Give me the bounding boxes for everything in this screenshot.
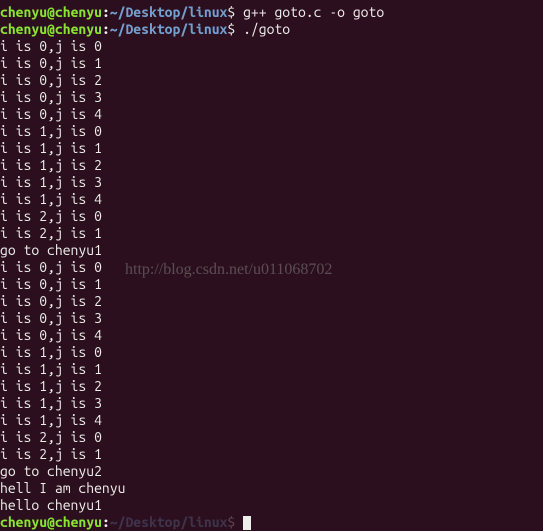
prompt-line-run: chenyu@chenyu:~/Desktop/linux$ ./goto bbox=[0, 21, 543, 38]
host: chenyu bbox=[55, 514, 102, 530]
command-run: ./goto bbox=[243, 21, 290, 37]
output-line: i is 2,j is 1 bbox=[0, 446, 543, 463]
output-line: i is 2,j is 0 bbox=[0, 208, 543, 225]
output-line: i is 1,j is 3 bbox=[0, 395, 543, 412]
output-line: i is 0,j is 3 bbox=[0, 89, 543, 106]
cwd-path: ~/Desktop/linux bbox=[110, 21, 228, 37]
user: chenyu bbox=[0, 514, 47, 530]
output-line: i is 1,j is 4 bbox=[0, 412, 543, 429]
output-line: i is 1,j is 2 bbox=[0, 157, 543, 174]
output-line: go to chenyu1 bbox=[0, 242, 543, 259]
at-sign: @ bbox=[47, 4, 55, 20]
cwd-path: ~/Desktop/linux bbox=[110, 4, 228, 20]
output-line: i is 2,j is 1 bbox=[0, 225, 543, 242]
output-line: go to chenyu2 bbox=[0, 463, 543, 480]
dollar: $ bbox=[227, 21, 243, 37]
terminal[interactable]: chenyu@chenyu:~/Desktop/linux$ g++ goto.… bbox=[0, 4, 543, 531]
colon: : bbox=[102, 514, 110, 530]
output-line: i is 0,j is 1 bbox=[0, 276, 543, 293]
output-line: hello chenyu1 bbox=[0, 497, 543, 514]
at-sign: @ bbox=[47, 21, 55, 37]
output-line: i is 1,j is 2 bbox=[0, 378, 543, 395]
command-compile: g++ goto.c -o goto bbox=[243, 4, 384, 20]
output-line: i is 0,j is 2 bbox=[0, 293, 543, 310]
output-line: i is 1,j is 4 bbox=[0, 191, 543, 208]
output-line: i is 0,j is 0 bbox=[0, 38, 543, 55]
output-line: i is 0,j is 4 bbox=[0, 106, 543, 123]
output-line: i is 1,j is 0 bbox=[0, 123, 543, 140]
cursor-icon bbox=[243, 516, 251, 530]
dollar: $ bbox=[227, 4, 243, 20]
prompt-line-current: chenyu@chenyu:~/Desktop/linux$ bbox=[0, 514, 543, 531]
output-line: i is 0,j is 2 bbox=[0, 72, 543, 89]
output-line: i is 0,j is 3 bbox=[0, 310, 543, 327]
colon: : bbox=[102, 4, 110, 20]
at-sign: @ bbox=[47, 514, 55, 530]
prompt-line-compile: chenyu@chenyu:~/Desktop/linux$ g++ goto.… bbox=[0, 4, 543, 21]
output-line: i is 0,j is 1 bbox=[0, 55, 543, 72]
cwd-path-partial: ~/Desktop/linux bbox=[110, 514, 228, 530]
output-line: i is 0,j is 4 bbox=[0, 327, 543, 344]
dollar: $ bbox=[227, 514, 243, 530]
colon: : bbox=[102, 21, 110, 37]
user: chenyu bbox=[0, 21, 47, 37]
output-line: i is 2,j is 0 bbox=[0, 429, 543, 446]
output-line: i is 1,j is 1 bbox=[0, 140, 543, 157]
output-line: i is 1,j is 0 bbox=[0, 344, 543, 361]
output-line: i is 0,j is 0 bbox=[0, 259, 543, 276]
user: chenyu bbox=[0, 4, 47, 20]
output-line: i is 1,j is 3 bbox=[0, 174, 543, 191]
output-line: i is 1,j is 1 bbox=[0, 361, 543, 378]
host: chenyu bbox=[55, 4, 102, 20]
output-line: hell I am chenyu bbox=[0, 480, 543, 497]
program-output: i is 0,j is 0i is 0,j is 1i is 0,j is 2i… bbox=[0, 38, 543, 514]
host: chenyu bbox=[55, 21, 102, 37]
